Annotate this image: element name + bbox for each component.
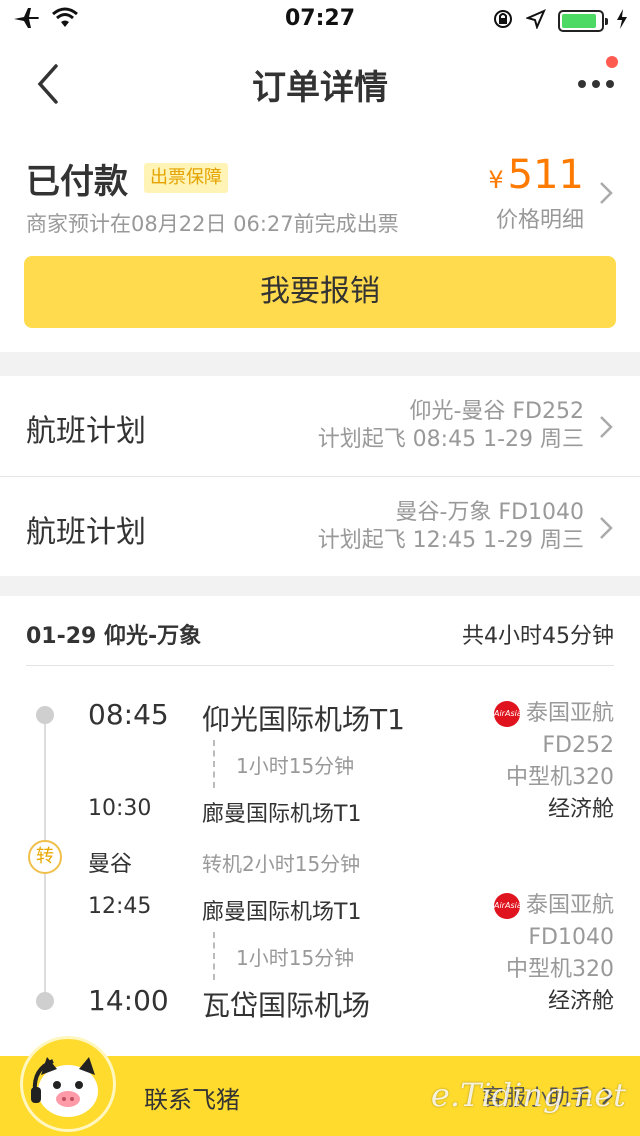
itinerary-route: 01-29 仰光-万象: [26, 624, 202, 649]
price-detail-link[interactable]: 价格明细: [496, 202, 584, 234]
segment-arrival-time: 10:30: [88, 796, 152, 821]
more-button[interactable]: [574, 62, 618, 102]
segment-airline-info: AirAsia 泰国亚航 FD252 中型机320 经济舱: [493, 698, 614, 826]
flight-plan-schedule: 计划起飞 08:45 1-29 周三: [317, 427, 584, 452]
departure-dot: [36, 706, 54, 724]
flight-number: FD252: [542, 733, 614, 758]
flight-plan-schedule: 计划起飞 12:45 1-29 周三: [317, 528, 584, 553]
flight-plan-label: 航班计划: [26, 515, 146, 550]
cabin-class: 经济舱: [547, 797, 614, 822]
rotation-lock-icon: [492, 8, 514, 34]
expense-claim-button[interactable]: 我要报销: [24, 256, 616, 328]
aircraft-type: 中型机320: [506, 765, 614, 790]
chevron-right-icon: [598, 414, 614, 444]
chevron-right-icon[interactable]: [598, 180, 614, 210]
flight-plan-row[interactable]: 航班计划 仰光-曼谷 FD252 计划起飞 08:45 1-29 周三: [0, 376, 640, 476]
segment-arrival-airport: 廊曼国际机场T1: [202, 802, 362, 827]
battery-icon: [558, 10, 608, 32]
arrival-dot: [36, 992, 54, 1010]
segment-departure-time: 08:45: [88, 698, 169, 731]
transfer-city: 曼谷: [88, 852, 133, 877]
price-total[interactable]: ¥511: [488, 152, 584, 198]
flight-plan-row[interactable]: 航班计划 曼谷-万象 FD1040 计划起飞 12:45 1-29 周三: [0, 476, 640, 576]
flight-plan-info: 仰光-曼谷 FD252 计划起飞 08:45 1-29 周三: [318, 398, 584, 454]
fliggy-pig-avatar[interactable]: [20, 1036, 116, 1132]
page-title: 订单详情: [252, 68, 388, 108]
ticket-guarantee-badge: 出票保障: [144, 163, 228, 193]
segment-dashed-line: [213, 932, 215, 980]
segment-arrival-airport: 瓦岱国际机场: [202, 989, 371, 1022]
segment-departure-airport: 廊曼国际机场T1: [202, 900, 362, 925]
contact-fliggy-button[interactable]: 联系飞猪: [144, 1080, 240, 1115]
segment-dashed-line: [213, 740, 215, 788]
nav-bar: 订单详情: [0, 40, 640, 126]
pig-mascot-icon: [31, 1057, 98, 1117]
location-icon: [525, 9, 546, 33]
cabin-class: 经济舱: [547, 989, 614, 1014]
order-status-card: 已付款 出票保障 商家预计在08月22日 06:27前完成出票 ¥511 价格明…: [0, 126, 640, 352]
chevron-right-icon: [598, 515, 614, 545]
segment-duration: 1小时15分钟: [236, 754, 355, 778]
ticket-issue-note: 商家预计在08月22日 06:27前完成出票: [26, 212, 399, 236]
price-amount: 511: [507, 152, 584, 198]
flight-plan-info: 曼谷-万象 FD1040 计划起飞 12:45 1-29 周三: [318, 499, 584, 555]
airasia-logo: AirAsia: [493, 893, 522, 919]
itinerary-header: 01-29 仰光-万象 共4小时45分钟: [26, 596, 614, 666]
itinerary-total-duration: 共4小时45分钟: [462, 624, 614, 649]
price-currency: ¥: [488, 166, 504, 194]
more-icon: [578, 80, 614, 88]
flight-plan-label: 航班计划: [26, 414, 146, 449]
flight-number: FD1040: [528, 925, 614, 950]
itinerary-card: 01-29 仰光-万象 共4小时45分钟 转 08:45 仰光国际机场T1 1小…: [0, 596, 640, 1056]
notification-dot: [606, 56, 618, 68]
transfer-badge: 转: [28, 840, 62, 874]
charging-icon: [616, 8, 628, 34]
segment-airline-info: AirAsia 泰国亚航 FD1040 中型机320 经济舱: [493, 890, 614, 1018]
airline-name: 泰国亚航: [525, 701, 614, 726]
airline-name: 泰国亚航: [525, 893, 614, 918]
watermark-text: e.Tiding.net: [430, 1076, 626, 1114]
segment-arrival-time: 14:00: [88, 984, 169, 1017]
aircraft-type: 中型机320: [506, 957, 614, 982]
transfer-wait: 转机2小时15分钟: [202, 852, 361, 876]
segment-departure-airport: 仰光国际机场T1: [202, 703, 405, 736]
order-status: 已付款: [26, 162, 128, 202]
status-bar: 07:27: [0, 0, 640, 40]
segment-duration: 1小时15分钟: [236, 946, 355, 970]
airasia-logo: AirAsia: [493, 701, 522, 727]
flight-plan-route: 仰光-曼谷 FD252: [409, 399, 584, 424]
flight-plan-route: 曼谷-万象 FD1040: [395, 500, 584, 525]
segment-departure-time: 12:45: [88, 894, 152, 919]
